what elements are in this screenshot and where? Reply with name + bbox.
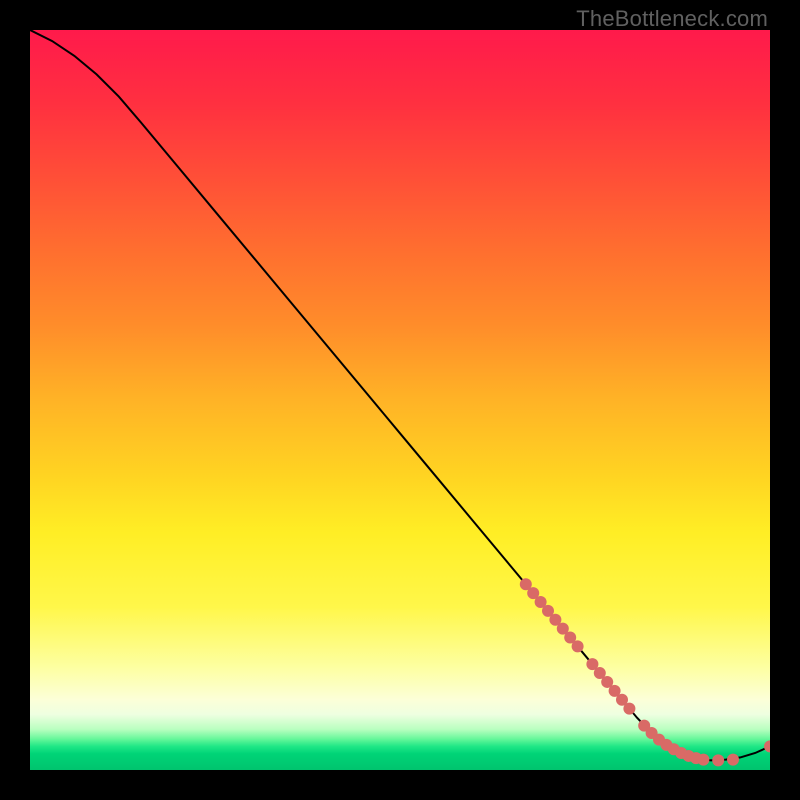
plot-area	[30, 30, 770, 770]
watermark-text: TheBottleneck.com	[576, 6, 768, 32]
chart-overlay	[30, 30, 770, 770]
marker-point	[572, 640, 584, 652]
marker-point	[764, 740, 770, 752]
marker-point	[712, 754, 724, 766]
marker-point	[727, 754, 739, 766]
marker-point	[697, 754, 709, 766]
bottleneck-curve	[30, 30, 770, 760]
marker-point	[623, 703, 635, 715]
sample-points	[520, 578, 770, 766]
